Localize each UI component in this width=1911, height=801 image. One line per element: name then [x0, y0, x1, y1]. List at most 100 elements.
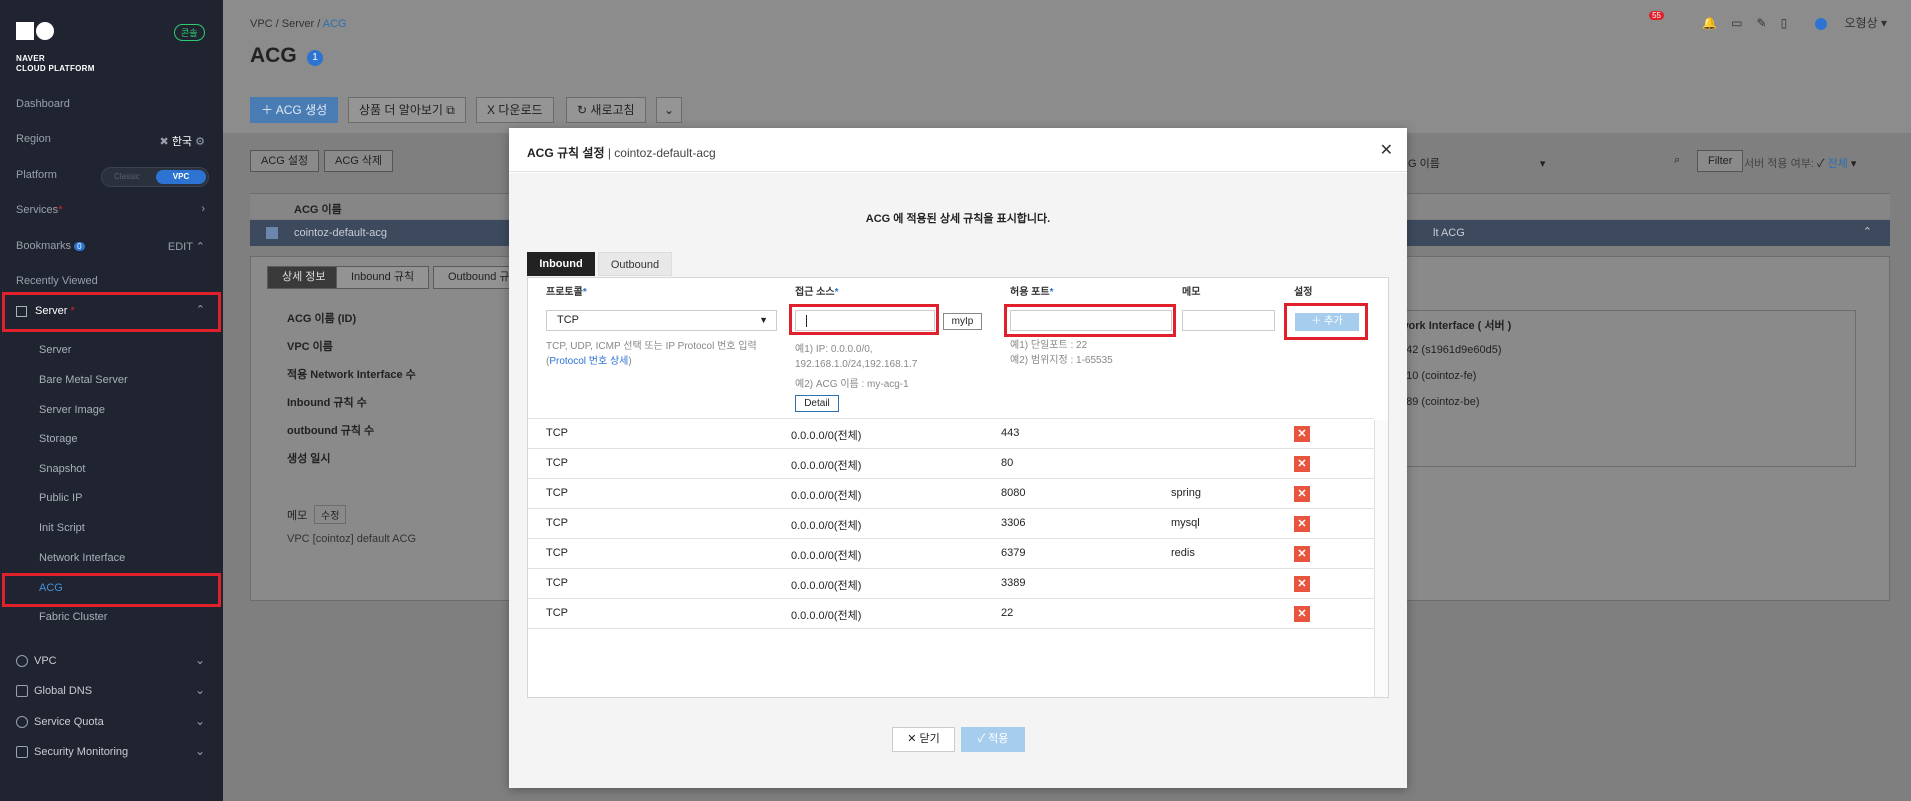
- rule-source: 0.0.0.0/0(전체): [791, 610, 862, 622]
- source-highlight: [789, 304, 939, 335]
- close-icon: ✖: [159, 136, 169, 148]
- nav-global-dns[interactable]: Global DNS: [16, 685, 92, 698]
- rule-scrollbar[interactable]: [1374, 420, 1388, 697]
- nav-vpc[interactable]: VPC: [16, 655, 57, 668]
- rule-port: 443: [1001, 427, 1020, 439]
- apply-button[interactable]: ✓ 적용: [961, 727, 1025, 752]
- delete-rule-icon[interactable]: ✕: [1294, 546, 1310, 562]
- sub-item-snapshot[interactable]: Snapshot: [39, 463, 85, 475]
- sub-item-bare-metal[interactable]: Bare Metal Server: [39, 374, 128, 386]
- learn-more-button[interactable]: 상품 더 알아보기 ⧉: [348, 97, 466, 123]
- protocol-hint: TCP, UDP, ICMP 선택 또는 IP Protocol 번호 입력 (P…: [546, 341, 757, 367]
- tab-inbound-rules[interactable]: Inbound 규칙: [336, 266, 430, 289]
- col-setting: 설정: [1294, 287, 1313, 298]
- delete-rule-icon[interactable]: ✕: [1294, 486, 1310, 502]
- protocol-detail-link[interactable]: Protocol 번호 상세: [549, 356, 628, 367]
- row-checkbox[interactable]: [266, 227, 278, 239]
- services-menu[interactable]: Services*: [16, 204, 62, 216]
- sub-item-server-image[interactable]: Server Image: [39, 404, 105, 416]
- external-link-icon: ⧉: [446, 103, 455, 117]
- row-description: lt ACG: [1433, 227, 1465, 239]
- sub-item-public-ip[interactable]: Public IP: [39, 492, 82, 504]
- avatar: [1815, 17, 1828, 30]
- detail-button[interactable]: Detail: [795, 395, 839, 412]
- sub-item-storage[interactable]: Storage: [39, 433, 78, 445]
- chevron-down-icon: ⌄: [664, 103, 675, 117]
- bookmarks-menu[interactable]: Bookmarks 0: [16, 240, 85, 252]
- bell-icon[interactable]: 🔔: [1702, 16, 1717, 30]
- modal-header: ACG 규칙 설정 | cointoz-default-acg ✕: [509, 128, 1407, 172]
- port-highlight: [1004, 304, 1176, 337]
- rule-row: TCP 0.0.0.0/0(전체) 6379 redis ✕: [528, 538, 1374, 568]
- acg-delete-button[interactable]: ACG 삭제: [324, 150, 394, 172]
- dashboard-link[interactable]: Dashboard: [16, 98, 70, 110]
- rule-divider: [528, 628, 1374, 629]
- sub-item-init-script[interactable]: Init Script: [39, 522, 85, 534]
- rule-protocol: TCP: [546, 547, 568, 559]
- ni-row: 142 (s1961d9e60d5): [1400, 344, 1502, 356]
- filter-button[interactable]: Filter: [1697, 150, 1744, 172]
- sub-item-acg[interactable]: ACG: [39, 582, 63, 594]
- chevron-down-icon: ⌄: [194, 714, 205, 728]
- logo: [16, 22, 54, 43]
- rule-row: TCP 0.0.0.0/0(전체) 443 ✕: [528, 418, 1374, 448]
- tab-detail-info[interactable]: 상세 정보: [267, 266, 341, 289]
- nav-security-monitoring[interactable]: Security Monitoring: [16, 746, 128, 759]
- add-highlight: [1284, 303, 1368, 340]
- vpc-icon: [16, 655, 28, 668]
- delete-rule-icon[interactable]: ✕: [1294, 606, 1310, 622]
- rule-memo: redis: [1171, 547, 1195, 559]
- rule-source: 0.0.0.0/0(전체): [791, 430, 862, 442]
- rule-row: TCP 0.0.0.0/0(전체) 3306 mysql ✕: [528, 508, 1374, 538]
- rule-source: 0.0.0.0/0(전체): [791, 580, 862, 592]
- rule-port: 22: [1001, 607, 1014, 619]
- book-icon[interactable]: ▯: [1781, 16, 1788, 30]
- more-dropdown-button[interactable]: ⌄: [656, 97, 683, 123]
- server-menu[interactable]: Server *: [16, 305, 75, 317]
- edit-icon[interactable]: ✎: [1757, 16, 1767, 30]
- chevron-up-icon[interactable]: ⌃: [1863, 225, 1872, 238]
- delete-rule-icon[interactable]: ✕: [1294, 456, 1310, 472]
- filter-select[interactable]: G 이름 ▾: [1408, 155, 1545, 171]
- refresh-button[interactable]: ↻ 새로고침: [566, 97, 646, 123]
- label-vpc-name: VPC 이름: [287, 341, 333, 353]
- col-memo: 메모: [1182, 287, 1201, 298]
- rule-source: 0.0.0.0/0(전체): [791, 550, 862, 562]
- console-badge[interactable]: 콘솔: [174, 24, 205, 41]
- delete-rule-icon[interactable]: ✕: [1294, 426, 1310, 442]
- source-hint-2: 예2) ACG 이름 : my-acg-1: [795, 379, 909, 390]
- delete-rule-icon[interactable]: ✕: [1294, 516, 1310, 532]
- region-selector[interactable]: ✖ 한국 ⚙: [160, 133, 205, 149]
- rule-memo: mysql: [1171, 517, 1200, 529]
- chevron-down-icon: ⌄: [194, 653, 205, 667]
- delete-rule-icon[interactable]: ✕: [1294, 576, 1310, 592]
- tab-inbound[interactable]: Inbound: [527, 252, 595, 276]
- sub-item-network-interface[interactable]: Network Interface: [39, 552, 125, 564]
- memo-input[interactable]: [1182, 310, 1275, 331]
- myip-button[interactable]: myIp: [943, 313, 982, 330]
- sub-item-server[interactable]: Server: [39, 344, 71, 356]
- download-button[interactable]: X 다운로드: [476, 97, 554, 123]
- search-icon[interactable]: ⌕: [1674, 154, 1680, 167]
- bookmarks-edit[interactable]: EDIT ⌃: [168, 240, 205, 253]
- user-menu[interactable]: 오형상 ▾: [1801, 16, 1887, 30]
- protocol-select[interactable]: TCP ▼: [546, 310, 777, 331]
- create-acg-button[interactable]: ＋ ACG 생성: [250, 97, 339, 123]
- memo-value: VPC [cointoz] default ACG: [287, 533, 417, 545]
- chat-icon[interactable]: ▭: [1731, 16, 1742, 30]
- platform-toggle[interactable]: Classic VPC: [101, 167, 209, 187]
- memo-edit-button[interactable]: 수정: [314, 505, 347, 524]
- ni-row: 789 (cointoz-be): [1400, 396, 1480, 408]
- source-hint: 예1) IP: 0.0.0.0/0, 192.168.1.0/24,192.168…: [795, 344, 918, 370]
- rule-source: 0.0.0.0/0(전체): [791, 520, 862, 532]
- tab-outbound[interactable]: Outbound: [598, 252, 672, 276]
- server-apply-filter[interactable]: 서버 적용 여부: ✓ 전체 ▾: [1744, 155, 1856, 171]
- acg-settings-button[interactable]: ACG 설정: [250, 150, 320, 172]
- sub-item-fabric-cluster[interactable]: Fabric Cluster: [39, 611, 107, 623]
- close-icon[interactable]: ✕: [1380, 140, 1393, 160]
- sidebar: NAVER CLOUD PLATFORM 콘솔 Dashboard Region …: [0, 0, 223, 801]
- recently-viewed: Recently Viewed: [16, 275, 98, 287]
- nav-service-quota[interactable]: Service Quota: [16, 716, 104, 729]
- rule-port: 80: [1001, 457, 1014, 469]
- close-button[interactable]: ✕ 닫기: [892, 727, 955, 752]
